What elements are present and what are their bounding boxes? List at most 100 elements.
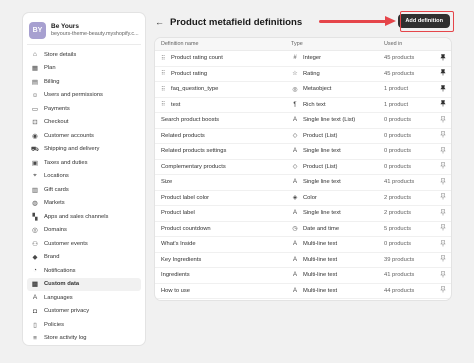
sidebar-item-label: Customer accounts — [44, 132, 94, 139]
sidebar-item-notifications[interactable]: ◔ Notifications — [27, 264, 141, 278]
table-row[interactable]: Product label A Single line text 2 products — [155, 206, 451, 222]
sidebar-item-languages[interactable]: A Languages — [27, 291, 141, 305]
table-row[interactable]: What's Inside A Multi-line text 0 products — [155, 237, 451, 253]
table-row[interactable]: Product label color ◈ Color 2 products — [155, 191, 451, 206]
back-arrow-icon[interactable]: ← — [155, 17, 164, 27]
table-row[interactable]: Search product boosts A Single line text (… — [155, 113, 451, 129]
sidebar-item-taxes-and-duties[interactable]: ▣ Taxes and duties — [27, 156, 141, 170]
definition-name: Related products — [161, 132, 205, 139]
table-row[interactable]: Ingredients A Multi-line text 41 products — [155, 268, 451, 284]
settings-nav: ⌂ Store details ▦ Plan ▤ Billing ☺ Users and pe… — [27, 48, 141, 345]
pin-icon[interactable] — [439, 177, 446, 187]
used-in-count: 0 products — [384, 163, 412, 170]
sidebar-item-customer-events[interactable]: ⚇ Customer events — [27, 237, 141, 251]
sidebar-item-gift-cards[interactable]: ▥ Gift cards — [27, 183, 141, 197]
drag-handle-icon[interactable]: ⠿ — [161, 70, 171, 77]
definition-type: Single line text — [303, 210, 341, 217]
sidebar-item-checkout[interactable]: ⊡ Checkout — [27, 116, 141, 130]
sidebar-item-label: Locations — [44, 173, 69, 180]
pin-icon[interactable] — [439, 131, 446, 140]
pin-icon[interactable] — [439, 193, 446, 202]
sidebar-item-billing[interactable]: ▤ Billing — [27, 75, 141, 89]
sidebar-item-store-details[interactable]: ⌂ Store details — [27, 48, 141, 62]
table-row[interactable]: Related products ◇ Product (List) 0 product… — [155, 129, 451, 144]
sidebar-item-shipping-and-delivery[interactable]: ⛟ Shipping and delivery — [27, 143, 141, 157]
annotation-highlight-box — [400, 11, 454, 32]
unpin-icon[interactable] — [439, 100, 446, 109]
used-in-count: 39 products — [384, 256, 415, 263]
pin-icon[interactable] — [439, 162, 446, 171]
store-switcher[interactable]: BY Be Yours beyours-theme-beauty.myshopi… — [27, 17, 141, 45]
sidebar-item-brand[interactable]: ◆ Brand — [27, 251, 141, 265]
type-icon: A — [292, 272, 297, 279]
sidebar-item-payments[interactable]: ▭ Payments — [27, 102, 141, 116]
languages-icon: A — [32, 294, 38, 302]
customer-accounts-icon: ◉ — [32, 132, 38, 140]
sidebar-item-label: Domains — [44, 227, 67, 234]
type-icon: ◎ — [292, 86, 298, 93]
table-row[interactable]: Product countdown ◷ Date and time 5 product… — [155, 222, 451, 237]
table-row[interactable]: ⠿ faq_question_type ◎ Metaobject 1 product — [155, 82, 451, 98]
used-in-count: 0 products — [384, 241, 412, 248]
sidebar-item-policies[interactable]: ▯ Policies — [27, 318, 141, 332]
sidebar-item-markets[interactable]: ◍ Markets — [27, 197, 141, 211]
sidebar-item-label: Brand — [44, 254, 60, 261]
definition-name: Key Ingredients — [161, 256, 202, 263]
sidebar-item-apps-and-sales-channels[interactable]: ▚ Apps and sales channels — [27, 210, 141, 224]
drag-handle-icon[interactable]: ⠿ — [161, 55, 171, 62]
definition-name: Product label — [161, 210, 195, 217]
table-row[interactable]: ⠿ Product rating count # Integer 45 products — [155, 51, 451, 67]
used-in-count: 45 products — [384, 70, 415, 77]
sidebar-item-locations[interactable]: ⌖ Locations — [27, 170, 141, 184]
unpin-icon[interactable] — [439, 53, 446, 63]
type-icon: ◇ — [292, 133, 298, 140]
annotation-arrow-shaft — [319, 19, 387, 23]
checkout-icon: ⊡ — [32, 119, 38, 127]
pin-icon[interactable] — [439, 286, 446, 295]
type-icon: A — [292, 210, 297, 217]
column-header-name[interactable]: Definition name — [155, 41, 291, 47]
users-icon: ☺ — [31, 91, 39, 99]
pin-icon[interactable] — [439, 255, 446, 264]
sidebar-item-store-activity-log[interactable]: ≡ Store activity log — [27, 332, 141, 346]
table-row[interactable]: Key Ingredients A Multi-line text 39 produc… — [155, 253, 451, 268]
sidebar-item-custom-data[interactable]: ▩ Custom data — [27, 277, 141, 291]
used-in-count: 0 products — [384, 117, 412, 124]
table-row[interactable]: Related products settings A Single line te… — [155, 144, 451, 160]
pin-icon[interactable] — [439, 270, 446, 280]
definition-type: Multi-line text — [303, 272, 338, 279]
sidebar-item-label: Billing — [44, 78, 60, 85]
definition-type: Single line text — [303, 179, 341, 186]
taxes-icon: ▣ — [31, 159, 39, 167]
sidebar-item-plan[interactable]: ▦ Plan — [27, 62, 141, 76]
pin-icon[interactable] — [439, 115, 446, 125]
definition-type: Single line text — [303, 148, 341, 155]
unpin-icon[interactable] — [439, 69, 446, 78]
activity-log-icon: ≡ — [33, 334, 37, 342]
drag-handle-icon[interactable]: ⠿ — [161, 101, 171, 108]
table-row[interactable]: ⠿ test ¶ Rich text 1 product — [155, 98, 451, 113]
sidebar-item-domains[interactable]: ◎ Domains — [27, 224, 141, 238]
pin-icon[interactable] — [439, 208, 446, 218]
sidebar-item-customer-accounts[interactable]: ◉ Customer accounts — [27, 129, 141, 143]
pin-icon[interactable] — [439, 146, 446, 156]
store-domain: beyours-theme-beauty.myshopify.c... — [51, 31, 139, 37]
table-row[interactable]: ⠿ Product rating ☆ Rating 45 products — [155, 67, 451, 82]
column-header-used: Used in — [384, 41, 403, 47]
store-avatar: BY — [29, 22, 46, 39]
pin-icon[interactable] — [439, 224, 446, 233]
table-row[interactable]: Size A Single line text 41 products — [155, 175, 451, 191]
table-row[interactable]: How to use A Multi-line text 44 products — [155, 284, 451, 299]
pin-icon[interactable] — [439, 239, 446, 249]
sidebar-item-label: Customer privacy — [44, 308, 90, 315]
definition-name: Product label color — [161, 194, 210, 201]
sidebar-item-customer-privacy[interactable]: ◘ Customer privacy — [27, 305, 141, 319]
unpin-icon[interactable] — [439, 84, 446, 94]
drag-handle-icon[interactable]: ⠿ — [161, 86, 171, 93]
table-row[interactable]: Complementary products ◇ Product (List) 0 p… — [155, 160, 451, 175]
sidebar-item-label: Store activity log — [44, 335, 87, 342]
sidebar-item-users-and-permissions[interactable]: ☺ Users and permissions — [27, 89, 141, 103]
used-in-count: 45 products — [384, 55, 415, 62]
type-icon: # — [293, 55, 297, 62]
used-in-count: 1 product — [384, 101, 409, 108]
